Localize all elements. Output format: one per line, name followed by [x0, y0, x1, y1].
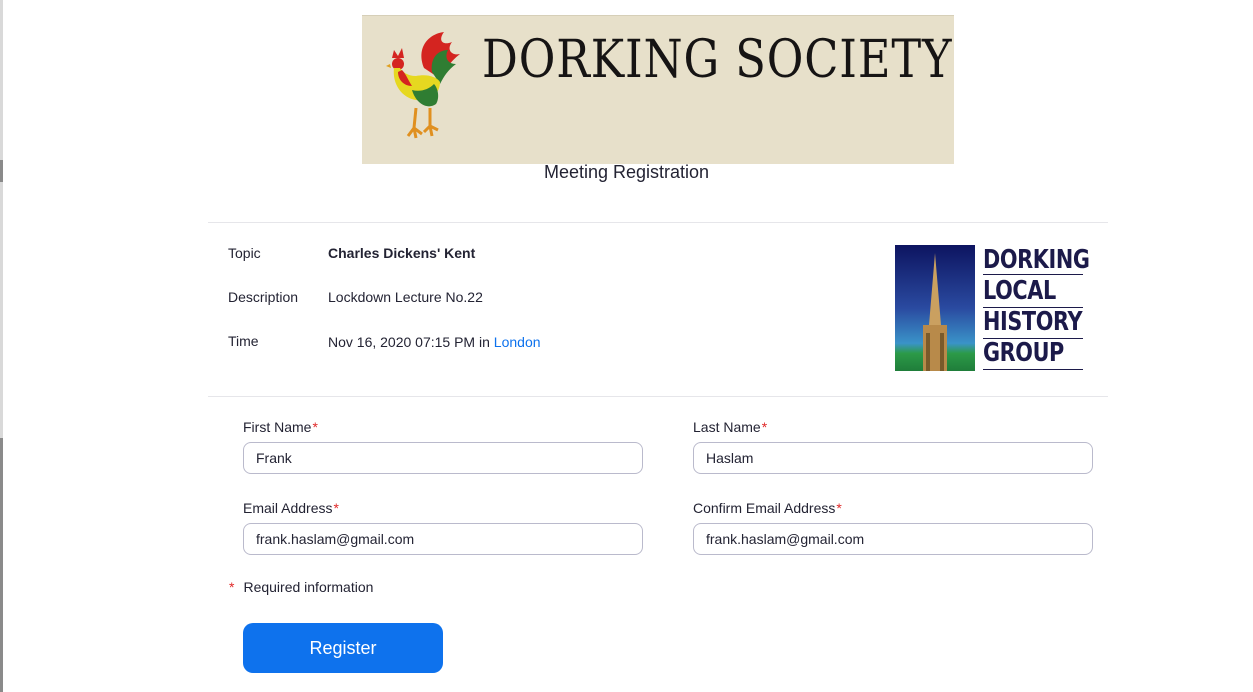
logo-rule: [983, 274, 1083, 275]
email-label-text: Email Address: [243, 500, 333, 516]
required-asterisk: *: [836, 500, 842, 516]
last-name-label-text: Last Name: [693, 419, 761, 435]
required-asterisk: *: [312, 419, 318, 435]
page-title: Meeting Registration: [543, 162, 710, 182]
required-asterisk: *: [333, 500, 339, 516]
logo-word-local: LOCAL: [983, 276, 1056, 306]
description-value: Lockdown Lecture No.22: [328, 289, 483, 305]
required-information-note: * Required information: [229, 579, 373, 595]
time-text: Nov 16, 2020 07:15 PM: [328, 334, 476, 350]
time-value: Nov 16, 2020 07:15 PM in London: [328, 334, 541, 350]
dorking-society-banner: DORKING SOCIETY: [362, 15, 954, 164]
logo-word-dorking: DORKING: [983, 245, 1090, 275]
email-label: Email Address*: [243, 500, 339, 516]
confirm-email-label-text: Confirm Email Address: [693, 500, 836, 516]
banner-title: DORKING SOCIETY: [482, 30, 953, 90]
logo-word-group: GROUP: [983, 338, 1064, 368]
logo-rule: [983, 307, 1083, 308]
dorking-local-history-group-logo: DORKING LOCAL HISTORY GROUP: [895, 245, 1090, 371]
edge-mark: [0, 438, 3, 692]
logo-rule: [983, 369, 1083, 370]
first-name-input[interactable]: [243, 442, 643, 474]
topic-label: Topic: [228, 245, 261, 261]
church-spire-icon: [895, 245, 975, 371]
last-name-label: Last Name*: [693, 419, 767, 435]
time-label: Time: [228, 333, 259, 349]
last-name-input[interactable]: [693, 442, 1093, 474]
time-in-text: in: [479, 334, 490, 350]
required-note-text: Required information: [243, 579, 374, 595]
logo-rule: [983, 338, 1083, 339]
first-name-label-text: First Name: [243, 419, 312, 435]
topic-value: Charles Dickens' Kent: [328, 245, 476, 261]
window-left-edge: [0, 0, 3, 692]
confirm-email-label: Confirm Email Address*: [693, 500, 842, 516]
divider: [208, 222, 1108, 223]
email-input[interactable]: [243, 523, 643, 555]
description-label: Description: [228, 289, 299, 305]
register-button[interactable]: Register: [243, 623, 443, 673]
first-name-label: First Name*: [243, 419, 318, 435]
confirm-email-input[interactable]: [693, 523, 1093, 555]
required-asterisk: *: [229, 579, 235, 595]
timezone-link[interactable]: London: [494, 334, 541, 350]
rooster-logo-icon: [386, 32, 460, 139]
logo-word-history: HISTORY: [983, 307, 1083, 337]
divider: [208, 396, 1108, 397]
required-asterisk: *: [761, 419, 768, 435]
